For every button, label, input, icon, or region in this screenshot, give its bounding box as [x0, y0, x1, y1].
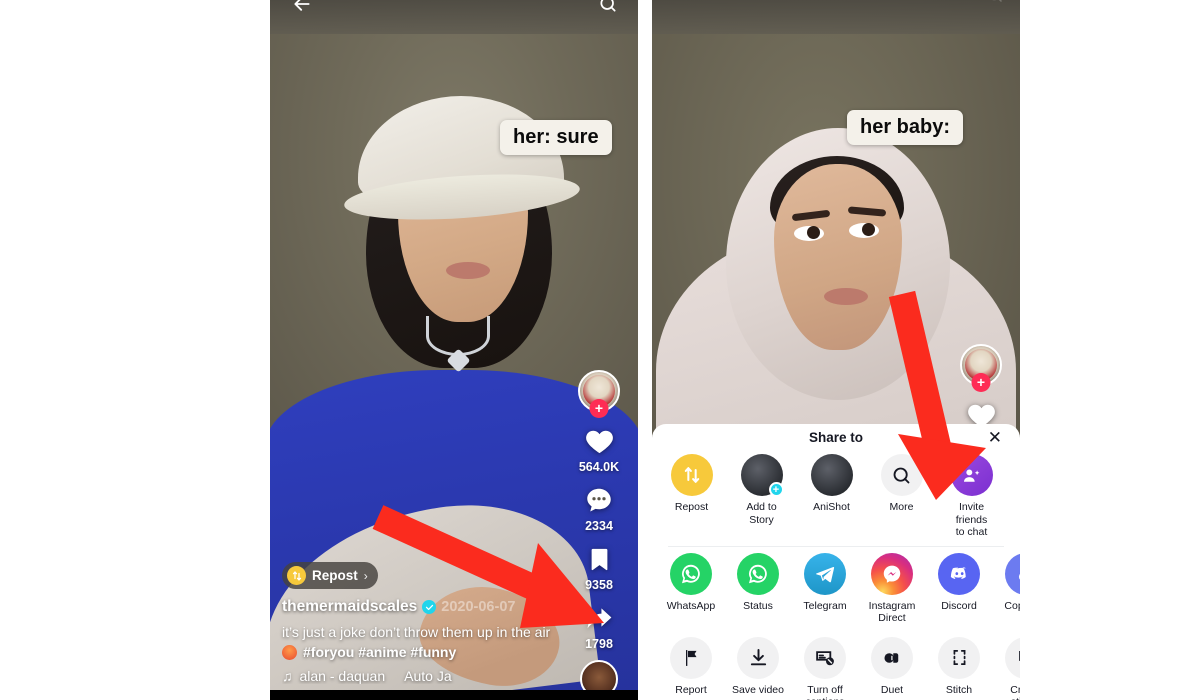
- share-option-label: Status: [743, 599, 773, 612]
- screenshot-stage: her: sure + 564.0K 2334 9358 1798 Repost…: [0, 0, 1200, 700]
- like-button[interactable]: 564.0K: [568, 424, 630, 475]
- share-option-label: Copy link: [1004, 599, 1020, 612]
- duet-icon: [871, 636, 913, 679]
- music-title: alan - daquan: [299, 668, 386, 684]
- back-arrow-icon[interactable]: [292, 0, 312, 14]
- instagram-direct-icon: [871, 552, 913, 595]
- music-row[interactable]: ♫ alan - daquan Auto Ja: [282, 668, 568, 684]
- overlay-text: her baby:: [860, 116, 951, 138]
- like-count: 564.0K: [578, 460, 620, 474]
- bottom-bar: [270, 690, 638, 700]
- share-option-report[interactable]: Report: [664, 636, 718, 700]
- share-option-label: Discord: [941, 599, 977, 612]
- sheet-divider: [668, 545, 1004, 547]
- search-icon[interactable]: [986, 0, 1006, 6]
- red-arrow-pointing-to-share-button: [372, 505, 604, 628]
- anishot-icon: [810, 454, 853, 496]
- share-row-actions: Report Save video Turn off Duet Stitch C…: [652, 625, 1020, 700]
- music-note-icon: ♫: [282, 668, 293, 684]
- red-arrow-pointing-to-invite-friends: [888, 290, 986, 500]
- download-icon: [737, 636, 779, 679]
- emoji-icon: [282, 644, 297, 660]
- share-option-label: Instagram Direct: [868, 599, 916, 625]
- share-option-duet[interactable]: Duet: [865, 636, 919, 700]
- share-option-telegram[interactable]: Telegram: [798, 552, 852, 625]
- share-option-create-sticker[interactable]: Create sticker: [999, 636, 1020, 700]
- repost-icon: [670, 454, 713, 496]
- share-option-label: Invite friends to chat: [955, 501, 988, 538]
- captions-off-icon: [804, 636, 846, 679]
- creator-avatar[interactable]: +: [578, 370, 620, 418]
- share-option-label: Repost: [674, 501, 709, 513]
- share-option-label: Turn off captions: [805, 683, 844, 700]
- share-option-instagram-direct[interactable]: Instagram Direct: [865, 552, 919, 625]
- copy-link-icon: [1005, 552, 1020, 595]
- share-option-status[interactable]: Status: [731, 552, 785, 625]
- share-option-discord[interactable]: Discord: [932, 552, 986, 625]
- repost-label: Repost: [312, 568, 358, 583]
- share-option-anishot[interactable]: AniShot: [804, 454, 859, 539]
- share-option-copy-link[interactable]: Copy link: [999, 552, 1020, 625]
- search-icon[interactable]: [598, 0, 618, 14]
- share-option-turn-off-captions[interactable]: Turn off captions: [798, 636, 852, 700]
- overlay-text-bubble: her baby:: [847, 110, 964, 145]
- heart-icon: [568, 424, 630, 458]
- discord-icon: [938, 552, 980, 595]
- share-option-add-to-story[interactable]: + Add to Story: [734, 454, 789, 539]
- share-option-whatsapp[interactable]: WhatsApp: [664, 552, 718, 625]
- share-option-label: Telegram: [803, 599, 847, 612]
- flag-icon: [670, 636, 712, 679]
- share-option-label: Create sticker: [1010, 683, 1020, 700]
- share-option-label: AniShot: [813, 501, 850, 513]
- share-option-label: Save video: [732, 683, 784, 696]
- repost-pill-button[interactable]: Repost ›: [282, 562, 378, 589]
- left-phone-panel: her: sure + 564.0K 2334 9358 1798 Repost…: [270, 0, 638, 700]
- repost-icon: [287, 566, 306, 585]
- share-option-label: Report: [675, 683, 707, 696]
- stitch-icon: [938, 636, 980, 679]
- chevron-right-icon: ›: [363, 568, 368, 583]
- create-sticker-icon: [1005, 636, 1020, 679]
- share-option-label: Duet: [880, 683, 904, 696]
- share-option-save-video[interactable]: Save video: [731, 636, 785, 700]
- add-to-story-icon: +: [740, 454, 784, 497]
- right-phone-panel: her baby: + Share to ✕ Repost + Add to S…: [652, 0, 1020, 700]
- whatsapp-icon: [670, 552, 712, 595]
- share-option-repost[interactable]: Repost: [664, 454, 719, 539]
- telegram-icon: [804, 552, 846, 595]
- left-topbar: [270, 0, 638, 24]
- status-icon: [737, 552, 779, 595]
- share-option-label: Add to Story: [746, 501, 777, 526]
- caption-hashtags-row[interactable]: #foryou #anime #funny: [282, 644, 568, 660]
- share-option-label: WhatsApp: [666, 599, 716, 612]
- share-option-stitch[interactable]: Stitch: [932, 636, 986, 700]
- overlay-text-bubble: her: sure: [500, 120, 612, 155]
- share-row-social-apps: WhatsApp Status Telegram Instagram Direc…: [652, 551, 1020, 625]
- right-topbar: [652, 0, 1020, 24]
- follow-plus-badge[interactable]: +: [589, 399, 609, 418]
- overlay-text: her: sure: [513, 126, 599, 148]
- caption-hashtags: #foryou #anime #funny: [303, 644, 457, 660]
- music-extra-label: Auto Ja: [404, 668, 452, 684]
- share-option-label: Stitch: [945, 683, 973, 696]
